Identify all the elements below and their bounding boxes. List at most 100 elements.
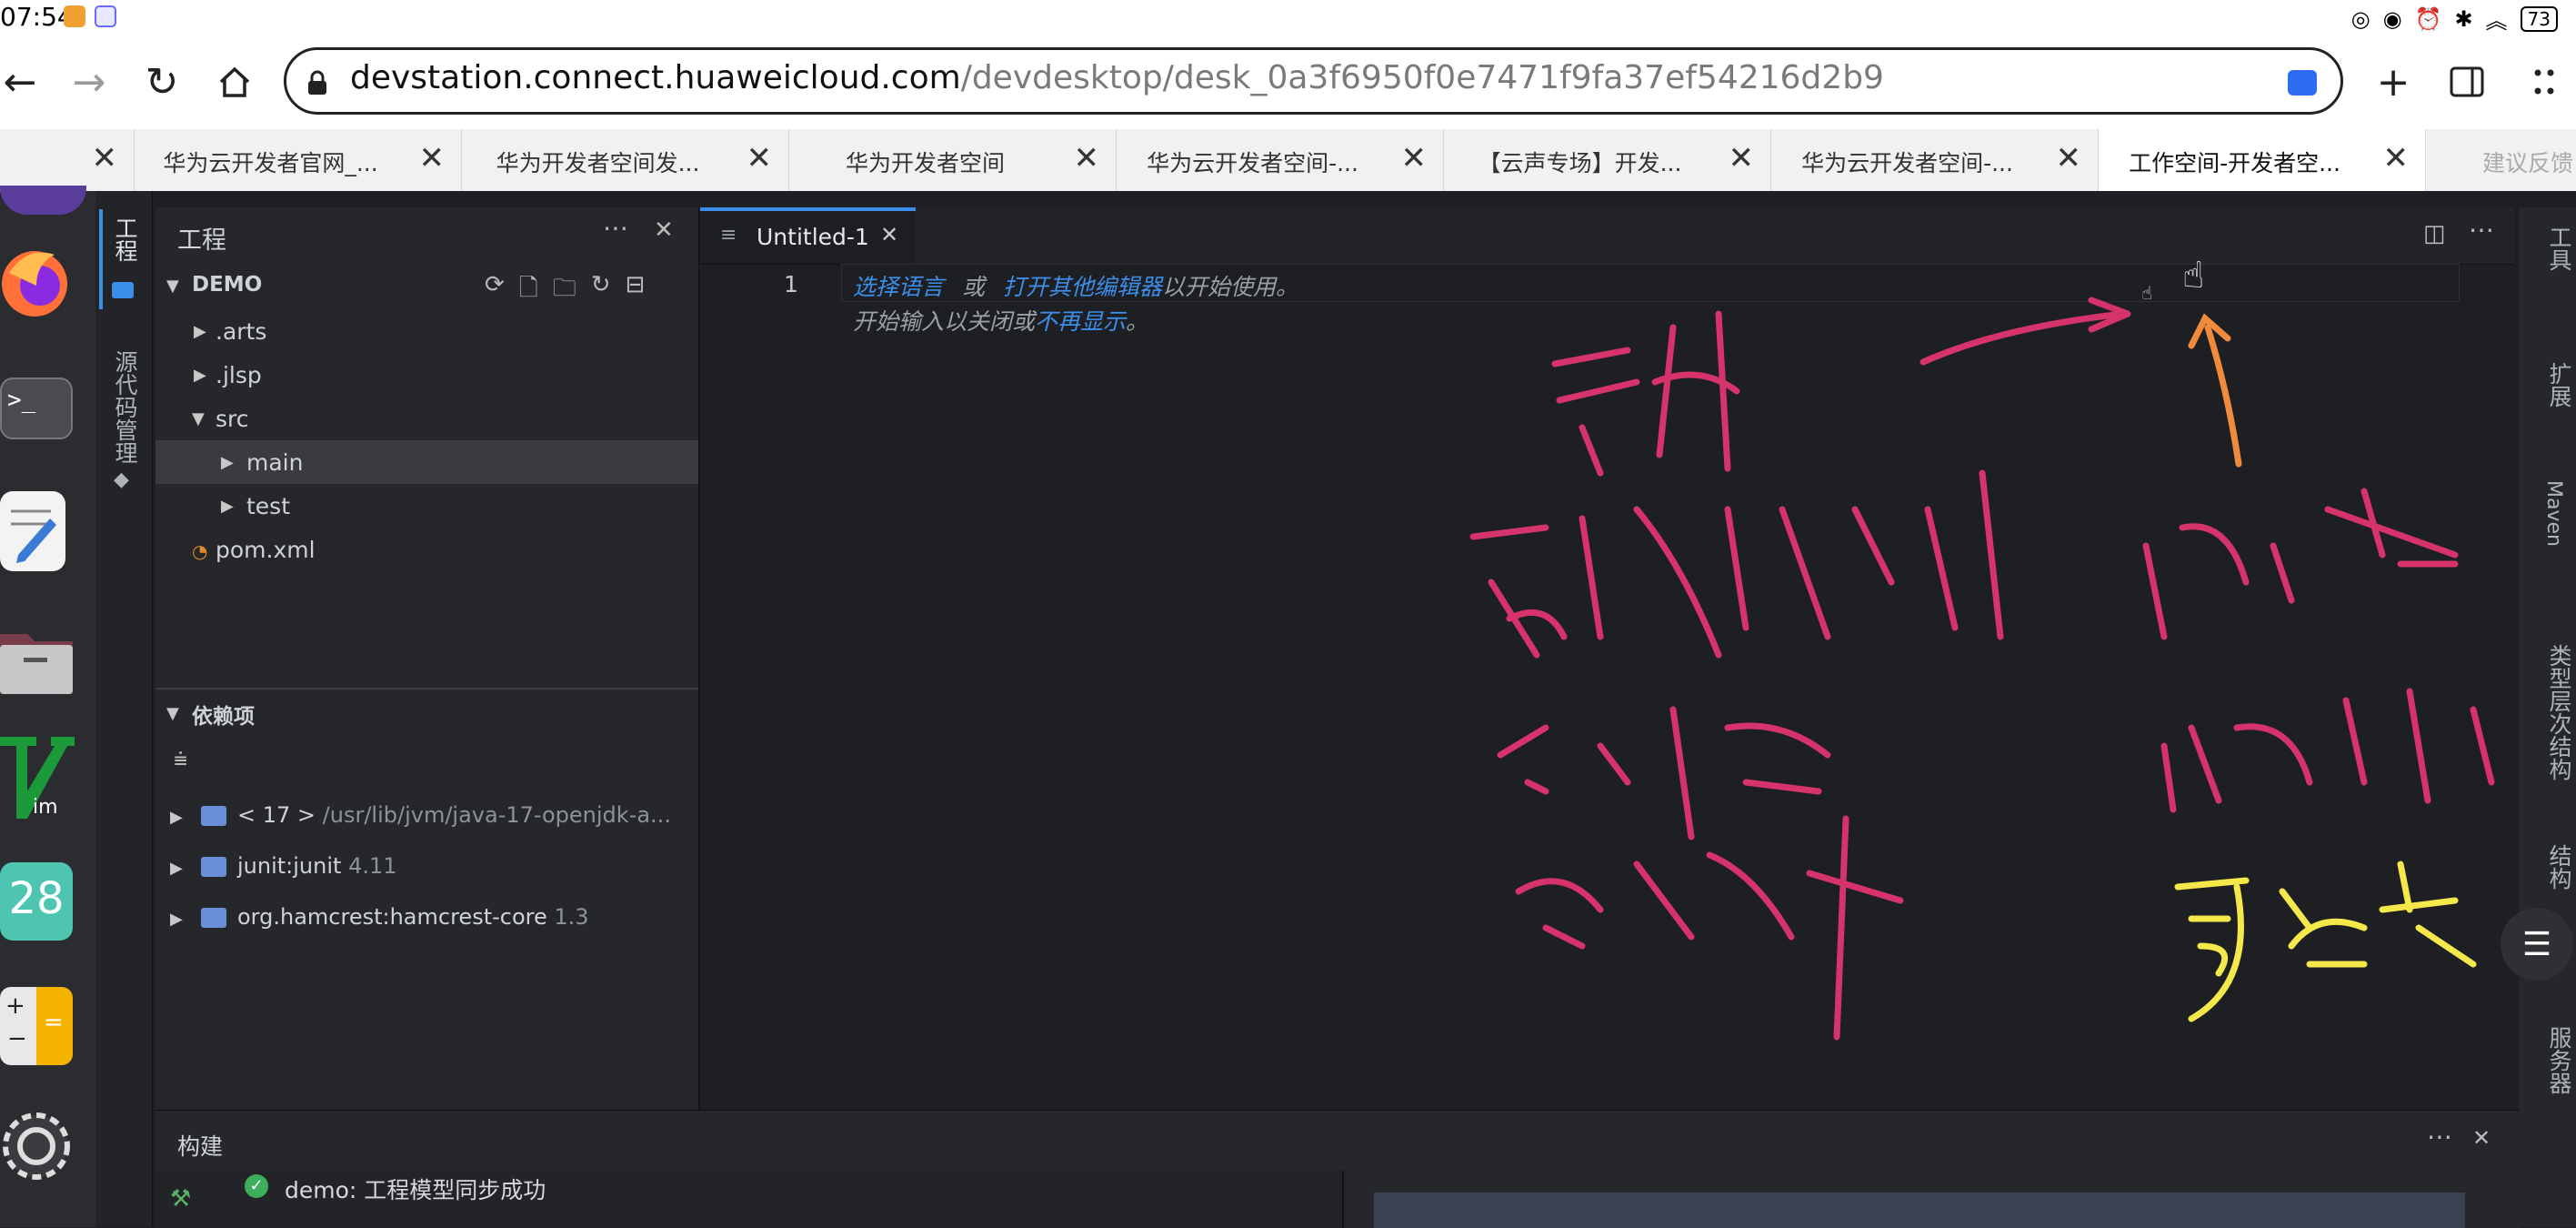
chevron-right-icon[interactable]: ▶ xyxy=(221,497,234,516)
hammer-icon[interactable]: ⚒ xyxy=(170,1185,191,1213)
chevron-down-icon[interactable]: ▼ xyxy=(166,277,179,296)
tree-item[interactable]: main xyxy=(246,449,303,476)
dont-show-link[interactable]: 不再显示 xyxy=(1035,308,1126,335)
project-root[interactable]: DEMO xyxy=(192,273,262,297)
chevron-right-icon[interactable]: ▶ xyxy=(221,453,234,472)
more-actions-icon[interactable]: ⋯ xyxy=(2427,1122,2452,1152)
browser-tab[interactable]: 建议反馈 xyxy=(2426,129,2576,191)
tree-item[interactable]: .jlsp xyxy=(216,362,262,388)
close-icon[interactable]: ✕ xyxy=(1729,140,1755,176)
new-folder-icon[interactable]: 🗀 xyxy=(553,271,576,311)
new-tab-icon[interactable]: + xyxy=(2368,56,2419,107)
close-icon[interactable]: ✕ xyxy=(2472,1125,2491,1151)
dependency-item[interactable]: junit:junit 4.11 xyxy=(237,853,397,879)
address-bar[interactable]: devstation.connect.huaweicloud.com/devde… xyxy=(284,47,2343,115)
chevron-right-icon[interactable]: ▶ xyxy=(170,808,183,827)
text-editor-icon[interactable] xyxy=(0,491,65,571)
right-activity-bar: 工具 扩展 Maven 类型层次结构 结构 ☰ 服务器 xyxy=(2501,207,2576,1227)
close-icon[interactable]: ✕ xyxy=(880,222,898,247)
browser-tab[interactable]: 华为云开发者官网_... ✕ xyxy=(135,129,462,191)
activity-project[interactable]: 工程 xyxy=(108,216,141,262)
terminal-icon[interactable]: >_ xyxy=(0,377,73,439)
tab-label: 【云声专场】开发... xyxy=(1478,150,1682,176)
git-icon: ◆ xyxy=(114,468,129,491)
hint-text: 开始输入以关闭或 xyxy=(853,308,1036,335)
close-icon[interactable]: ✕ xyxy=(2056,140,2082,176)
browser-tab[interactable]: 华为开发者空间 ✕ xyxy=(789,129,1117,191)
chevron-down-icon[interactable]: ▼ xyxy=(166,704,179,723)
tab-label: 华为云开发者空间-... xyxy=(1801,150,2013,176)
build-output xyxy=(1374,1193,2465,1228)
reload-icon[interactable]: ↻ xyxy=(136,56,187,107)
project-explorer: 工程 ⋯ ✕ ▼ DEMO ⟳ 🗋 🗀 ↻ ⊟ ▶ .arts ▶ .jlsp … xyxy=(155,207,699,1110)
browser-tab[interactable]: 【云声专场】开发... ✕ xyxy=(1444,129,1771,191)
activity-maven[interactable]: Maven xyxy=(2542,480,2565,547)
collapse-all-icon[interactable]: ⊟ xyxy=(626,271,646,311)
close-icon[interactable]: ✕ xyxy=(654,216,674,244)
app-icon[interactable] xyxy=(0,186,86,215)
close-icon[interactable]: ✕ xyxy=(2383,140,2410,176)
home-icon[interactable] xyxy=(209,56,260,107)
forward-icon[interactable]: → xyxy=(64,56,115,107)
android-status-bar: 07:54 ◎ ◉ ⏰ ✱ ︽ 73 xyxy=(0,0,2576,35)
calculator-icon[interactable]: + − = xyxy=(0,987,73,1065)
close-icon[interactable]: ✕ xyxy=(92,140,118,176)
dependency-item[interactable]: org.hamcrest:hamcrest-core 1.3 xyxy=(237,904,589,930)
close-icon[interactable]: ✕ xyxy=(1401,140,1428,176)
sidebar-toggle-icon[interactable] xyxy=(2441,56,2492,107)
select-language-link[interactable]: 选择语言 xyxy=(853,274,944,300)
chevron-right-icon[interactable]: ▶ xyxy=(170,910,183,929)
more-actions-icon[interactable]: ⋯ xyxy=(2469,215,2494,245)
chevron-right-icon[interactable]: ▶ xyxy=(194,366,206,385)
filter-icon[interactable]: ⩧ xyxy=(174,746,187,774)
files-icon[interactable] xyxy=(0,623,73,696)
tree-item[interactable]: pom.xml xyxy=(216,537,316,563)
open-editor-link[interactable]: 打开其他编辑器 xyxy=(1003,274,1162,300)
tree-item[interactable]: .arts xyxy=(216,318,266,345)
hint-text: 。 xyxy=(1126,308,1149,335)
editor-tab[interactable]: ≡ Untitled-1 ✕ xyxy=(700,207,916,264)
nfc-icon: ◎ xyxy=(2350,5,2371,32)
activity-scm[interactable]: 源代码管理 xyxy=(108,350,141,464)
activity-type-hierarchy[interactable]: 类型层次结构 xyxy=(2542,644,2575,780)
refresh-icon[interactable]: ↻ xyxy=(591,271,611,311)
menu-icon[interactable] xyxy=(2519,56,2570,107)
browser-tab[interactable]: 华为开发者空间发... ✕ xyxy=(462,129,789,191)
activity-tools[interactable]: 工具 xyxy=(2542,226,2575,271)
more-actions-icon[interactable]: ⋯ xyxy=(603,213,628,243)
browser-tab-active[interactable]: 工作空间-开发者空... ✕ xyxy=(2099,129,2426,191)
deps-title[interactable]: 依赖项 xyxy=(192,699,255,730)
close-icon[interactable]: ✕ xyxy=(747,140,773,176)
browser-tab[interactable]: ✕ xyxy=(0,129,135,191)
activity-services[interactable]: 服务器 xyxy=(2542,1026,2575,1094)
floating-menu-button[interactable]: ☰ xyxy=(2501,908,2573,981)
calendar-icon[interactable]: 28 xyxy=(0,862,73,941)
tree-row-selected[interactable] xyxy=(155,440,698,484)
new-file-icon[interactable]: 🗋 xyxy=(519,271,538,311)
hand-cursor-icon: ☝ xyxy=(2182,255,2205,297)
browser-tab[interactable]: 华为云开发者空间-... ✕ xyxy=(1771,129,2099,191)
dependency-item[interactable]: < 17 > /usr/lib/jvm/java-17-openjdk-a... xyxy=(237,802,671,828)
back-icon[interactable]: ← xyxy=(0,56,45,107)
tree-item[interactable]: test xyxy=(246,493,290,519)
app-mode-icon[interactable] xyxy=(2288,70,2317,96)
split-editor-icon[interactable]: ◫ xyxy=(2423,220,2446,247)
browser-toolbar: ← → ↻ devstation.connect.huaweicloud.com… xyxy=(0,35,2576,129)
vim-icon[interactable]: im xyxy=(0,737,75,820)
firefox-icon[interactable] xyxy=(0,246,75,320)
close-icon[interactable]: ✕ xyxy=(419,140,446,176)
settings-icon[interactable] xyxy=(0,1110,73,1183)
active-indicator xyxy=(99,209,103,309)
activity-extensions[interactable]: 扩展 xyxy=(2542,362,2575,408)
editor-area[interactable]: ≡ Untitled-1 ✕ ◫ ⋯ 1 选择语言 或 打开其他编辑器以开始使用… xyxy=(700,207,2514,1108)
chevron-right-icon[interactable]: ▶ xyxy=(170,859,183,878)
close-icon[interactable]: ✕ xyxy=(1074,140,1100,176)
activity-structure[interactable]: 结构 xyxy=(2542,844,2575,890)
tree-item[interactable]: src xyxy=(216,406,249,432)
editor-tab-label: Untitled-1 xyxy=(757,224,869,250)
chevron-down-icon[interactable]: ▼ xyxy=(192,409,205,428)
chevron-right-icon[interactable]: ▶ xyxy=(194,322,206,341)
browser-tab[interactable]: 华为云开发者空间-... ✕ xyxy=(1117,129,1444,191)
build-panel: 构建 ⋯ ✕ ⚒ ✓ demo: 工程模型同步成功 xyxy=(155,1110,2520,1228)
sync-icon[interactable]: ⟳ xyxy=(485,271,505,311)
